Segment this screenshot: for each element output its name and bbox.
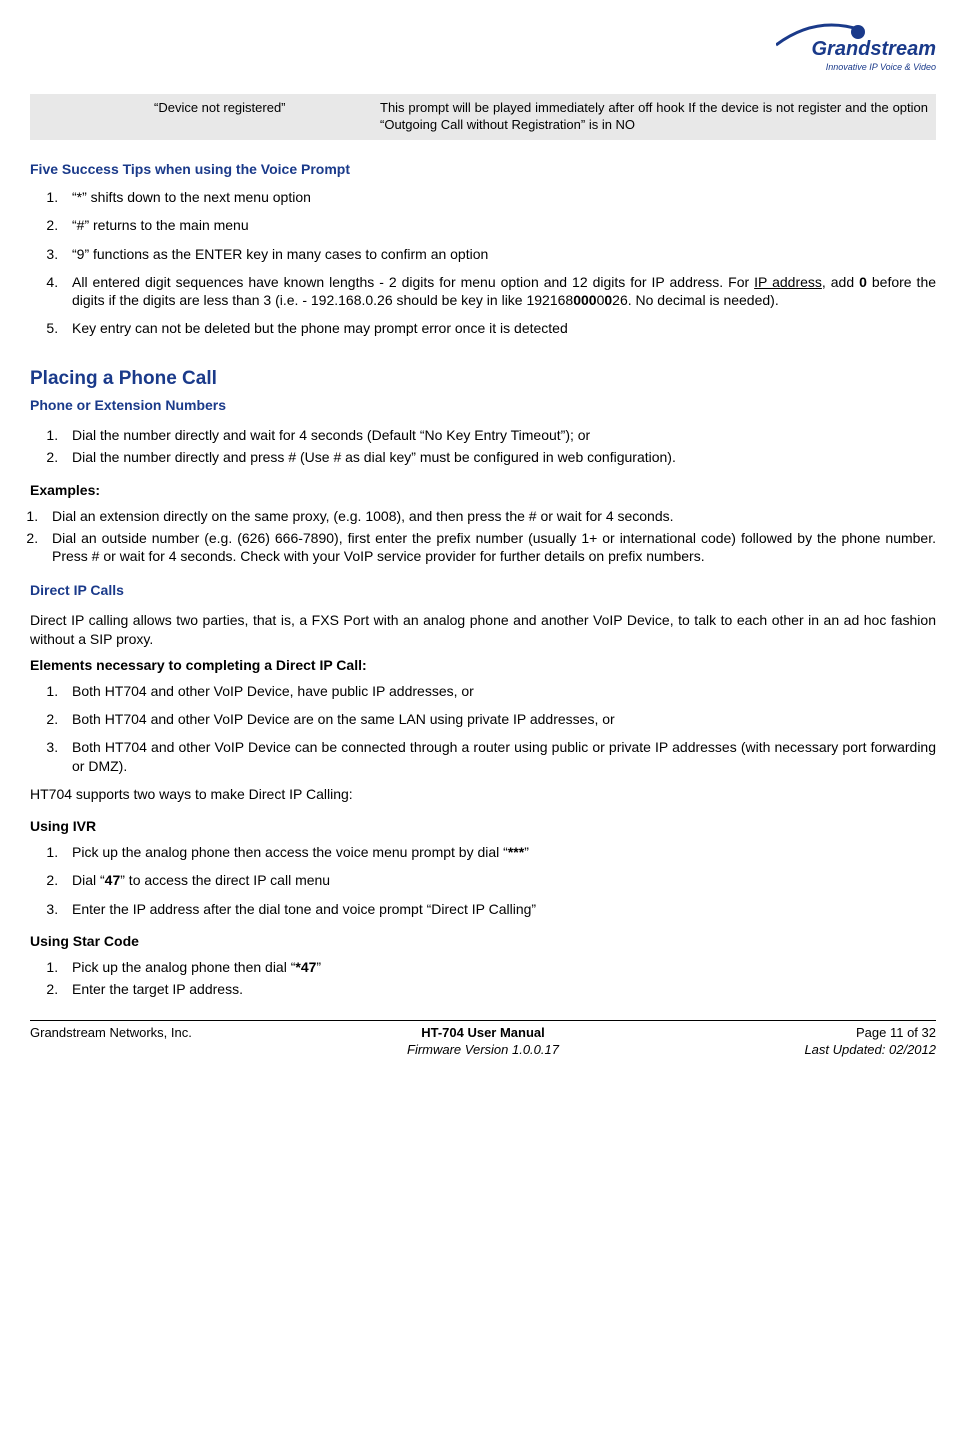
heading-examples: Examples: — [30, 481, 936, 499]
elements-list: Both HT704 and other VoIP Device, have p… — [62, 682, 936, 775]
footer-row1: Grandstream Networks, Inc. HT-704 User M… — [30, 1020, 936, 1042]
tips-list: “*” shifts down to the next menu option … — [62, 188, 936, 337]
direct-ip-intro: Direct IP calling allows two parties, th… — [30, 611, 936, 647]
ivr-list: Pick up the analog phone then access the… — [62, 843, 936, 918]
table-cell-description: This prompt will be played immediately a… — [372, 94, 936, 140]
logo-brand-text: Grandstream — [812, 36, 937, 62]
examples-list: Dial an extension directly on the same p… — [42, 507, 936, 566]
prompt-table: “Device not registered” This prompt will… — [30, 94, 936, 140]
table-row: “Device not registered” This prompt will… — [30, 94, 936, 140]
list-item: “*” shifts down to the next menu option — [62, 188, 936, 206]
list-item: “9” functions as the ENTER key in many c… — [62, 245, 936, 263]
table-cell-prompt: “Device not registered” — [146, 94, 372, 140]
heading-star-code: Using Star Code — [30, 932, 936, 950]
phone-ext-list: Dial the number directly and wait for 4 … — [62, 426, 936, 466]
list-item: Dial an outside number (e.g. (626) 666-7… — [42, 529, 936, 565]
list-item: “#” returns to the main menu — [62, 216, 936, 234]
list-item: Dial “47” to access the direct IP call m… — [62, 871, 936, 889]
list-item: Enter the target IP address. — [62, 980, 936, 998]
list-item: All entered digit sequences have known l… — [62, 273, 936, 309]
footer-firmware: Firmware Version 1.0.0.17 — [332, 1042, 634, 1059]
star-list: Pick up the analog phone then dial “*47”… — [62, 958, 936, 998]
grandstream-logo: Grandstream Innovative IP Voice & Video — [776, 20, 936, 80]
list-item: Pick up the analog phone then access the… — [62, 843, 936, 861]
heading-ivr: Using IVR — [30, 817, 936, 835]
list-item: Dial an extension directly on the same p… — [42, 507, 936, 525]
list-item: Both HT704 and other VoIP Device are on … — [62, 710, 936, 728]
heading-direct-ip: Direct IP Calls — [30, 581, 936, 599]
heading-placing-call: Placing a Phone Call — [30, 367, 936, 392]
footer-updated: Last Updated: 02/2012 — [634, 1042, 936, 1059]
two-ways-text: HT704 supports two ways to make Direct I… — [30, 785, 936, 803]
heading-elements: Elements necessary to completing a Direc… — [30, 656, 936, 674]
table-cell-empty — [30, 94, 146, 140]
list-item: Pick up the analog phone then dial “*47” — [62, 958, 936, 976]
footer-manual-title: HT-704 User Manual — [332, 1025, 634, 1042]
list-item: Dial the number directly and wait for 4 … — [62, 426, 936, 444]
list-item: Both HT704 and other VoIP Device, have p… — [62, 682, 936, 700]
footer-row2: Firmware Version 1.0.0.17 Last Updated: … — [30, 1042, 936, 1059]
logo-tagline-text: Innovative IP Voice & Video — [826, 62, 936, 74]
footer-company: Grandstream Networks, Inc. — [30, 1025, 332, 1042]
underline-ip: IP address — [754, 274, 822, 290]
list-item: Both HT704 and other VoIP Device can be … — [62, 738, 936, 774]
list-item: Key entry can not be deleted but the pho… — [62, 319, 936, 337]
list-item: Dial the number directly and press # (Us… — [62, 448, 936, 466]
heading-phone-ext: Phone or Extension Numbers — [30, 396, 936, 414]
footer-page: Page 11 of 32 — [634, 1025, 936, 1042]
heading-five-tips: Five Success Tips when using the Voice P… — [30, 160, 936, 178]
logo-area: Grandstream Innovative IP Voice & Video — [30, 20, 936, 84]
list-item: Enter the IP address after the dial tone… — [62, 900, 936, 918]
